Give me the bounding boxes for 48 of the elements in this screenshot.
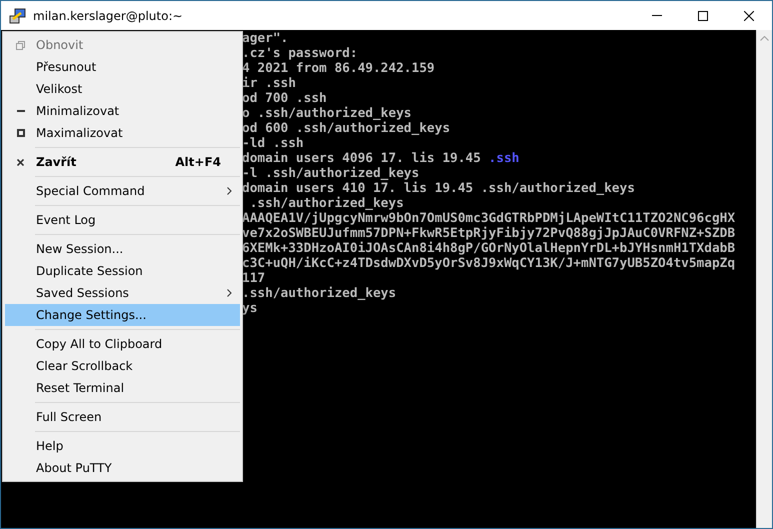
menu-item[interactable]: Minimalizovat bbox=[5, 100, 240, 122]
terminal-text: .ssh/authorized_keys bbox=[242, 286, 396, 301]
menu-item[interactable]: Duplicate Session bbox=[5, 260, 240, 282]
menu-item[interactable]: About PuTTY bbox=[5, 457, 240, 479]
minimize-icon bbox=[652, 15, 662, 16]
menu-item[interactable]: Saved Sessions bbox=[5, 282, 240, 304]
window-title: milan.kerslager@pluto:~ bbox=[33, 8, 184, 22]
terminal-text: ir .ssh bbox=[242, 76, 296, 91]
shortcut-text: Alt+F4 bbox=[175, 155, 221, 169]
menu-item[interactable]: Event Log bbox=[5, 209, 240, 231]
menu-item[interactable]: Velikost bbox=[5, 78, 240, 100]
terminal-text: ve7x2oSWBEUJufmm57DPN+FkwR5EtpRjyFibjy72PvQ88gjJpJAuC0VRFNZ+SZDB bbox=[242, 226, 736, 241]
menu-item[interactable]: Full Screen bbox=[5, 406, 240, 428]
menu-item[interactable]: Zavřít Alt+F4 bbox=[5, 151, 240, 173]
restore-icon bbox=[16, 40, 25, 50]
terminal-text: AAAQEA1V/jUpgcyNmrw9bOn7OmUS0mc3GdGTRbPDMjLApeWItC11TZO2NC96cgHX bbox=[242, 211, 736, 226]
terminal-text: o .ssh/authorized_keys bbox=[242, 106, 412, 121]
menu-item[interactable]: New Session... bbox=[5, 238, 240, 260]
terminal-text: domain users 410 17. lis 19.45 .ssh/authorized_keys bbox=[242, 181, 635, 196]
menu-item[interactable]: Change Settings... bbox=[5, 304, 240, 326]
terminal-text: 4 2021 from 86.49.242.159 bbox=[242, 61, 435, 76]
scrollbar[interactable] bbox=[756, 30, 772, 528]
close-icon bbox=[744, 10, 754, 20]
close-icon bbox=[17, 158, 24, 166]
terminal-text: 6XEMk+33DHzoAI0iJOAsCAn8i4h8gP/GOrNyOlalHepnYrDL+bJYHsnmH1TXdabB bbox=[242, 241, 736, 256]
terminal-text: ys bbox=[242, 301, 258, 316]
maximize-icon bbox=[698, 10, 708, 20]
menu-item[interactable]: Copy All to Clipboard bbox=[5, 333, 240, 355]
directory-name: .ssh bbox=[488, 151, 520, 166]
menu-item[interactable]: Přesunout bbox=[5, 56, 240, 78]
menu-item[interactable]: Clear Scrollback bbox=[5, 355, 240, 377]
terminal-text: od 600 .ssh/authorized_keys bbox=[242, 121, 450, 136]
maximize-icon bbox=[16, 129, 24, 137]
terminal-text: -l .ssh/authorized_keys bbox=[242, 166, 420, 181]
menu-item[interactable]: Reset Terminal bbox=[5, 377, 240, 399]
terminal-text: ager". bbox=[242, 31, 288, 46]
terminal-text: c3C+uQH/iKcC+z4TDsdwDXvD5yOrSv8J9xWqCY13K/J+mNTG7yUB5ZO4tv5mapZq bbox=[242, 256, 736, 271]
minimize-icon bbox=[16, 110, 24, 112]
terminal-text: .ssh/authorized_keys bbox=[248, 196, 404, 211]
terminal-text: od 700 .ssh bbox=[242, 91, 327, 106]
terminal-text: -ld .ssh bbox=[242, 136, 304, 151]
terminal-text: domain users 4096 17. lis 19.45 bbox=[242, 151, 482, 166]
menu-item[interactable]: Maximalizovat bbox=[5, 122, 240, 144]
menu-item[interactable]: Special Command bbox=[5, 180, 240, 202]
menu-item[interactable]: Help bbox=[5, 435, 240, 457]
computer-icon[interactable] bbox=[9, 6, 27, 24]
terminal-text: 117 bbox=[242, 271, 266, 286]
terminal-text: .cz's password: bbox=[242, 46, 358, 61]
